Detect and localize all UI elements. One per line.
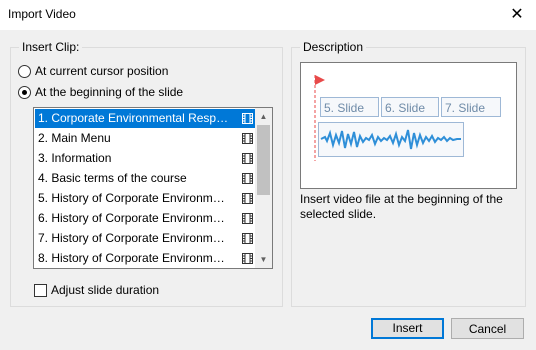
radio-current-cursor[interactable]: At current cursor position xyxy=(18,64,168,78)
radio-beginning-slide[interactable]: At the beginning of the slide xyxy=(18,85,183,99)
list-scrollbar[interactable]: ▲ ▼ xyxy=(255,108,272,268)
list-item[interactable]: 2. Main Menu xyxy=(35,129,258,148)
film-icon xyxy=(242,253,253,264)
window-title: Import Video xyxy=(8,7,76,21)
radio-current-cursor-label: At current cursor position xyxy=(35,64,169,78)
video-clip-bar xyxy=(318,122,464,157)
list-item[interactable]: 8. History of Corporate Environmental... xyxy=(35,249,258,268)
list-item[interactable]: 5. History of Corporate Environmental... xyxy=(35,189,258,208)
film-icon xyxy=(242,133,253,144)
list-item[interactable]: 4. Basic terms of the course xyxy=(35,169,258,188)
list-item[interactable]: 1. Corporate Environmental Responsi... xyxy=(35,109,258,128)
radio-beginning-slide-label: At the beginning of the slide xyxy=(35,85,184,99)
adjust-duration-box[interactable] xyxy=(34,283,47,297)
list-item[interactable]: 7. History of Corporate Environmental... xyxy=(35,229,258,248)
list-item[interactable]: 3. Information xyxy=(35,149,258,168)
list-item[interactable]: 6. History of Corporate Environmental... xyxy=(35,209,258,228)
film-icon xyxy=(242,113,253,124)
radio-current-cursor-dot[interactable] xyxy=(18,64,31,78)
insert-clip-legend: Insert Clip: xyxy=(19,40,83,54)
preview-slide-5: 5. Slide xyxy=(320,97,379,117)
slide-list[interactable]: 1. Corporate Environmental Responsi... 2… xyxy=(33,107,273,269)
close-icon[interactable]: ✕ xyxy=(504,2,530,28)
film-icon xyxy=(242,173,253,184)
insert-button[interactable]: Insert xyxy=(371,318,444,339)
scroll-up-icon[interactable]: ▲ xyxy=(255,108,272,125)
film-icon xyxy=(242,213,253,224)
insert-preview: 5. Slide 6. Slide 7. Slide xyxy=(300,62,517,189)
description-text: Insert video file at the beginning of th… xyxy=(300,192,503,221)
film-icon xyxy=(242,193,253,204)
adjust-duration-label: Adjust slide duration xyxy=(51,283,160,297)
description-legend: Description xyxy=(300,40,367,54)
preview-slide-7: 7. Slide xyxy=(441,97,501,117)
title-bar: Import Video ✕ xyxy=(0,0,536,30)
film-icon xyxy=(242,233,253,244)
film-icon xyxy=(242,153,253,164)
preview-slide-6: 6. Slide xyxy=(381,97,439,117)
cancel-button[interactable]: Cancel xyxy=(451,318,524,339)
radio-beginning-slide-dot[interactable] xyxy=(18,85,31,99)
scroll-thumb[interactable] xyxy=(257,125,270,195)
waveform-icon xyxy=(320,129,461,150)
adjust-duration-checkbox[interactable]: Adjust slide duration xyxy=(34,283,159,297)
scroll-down-icon[interactable]: ▼ xyxy=(255,251,272,268)
